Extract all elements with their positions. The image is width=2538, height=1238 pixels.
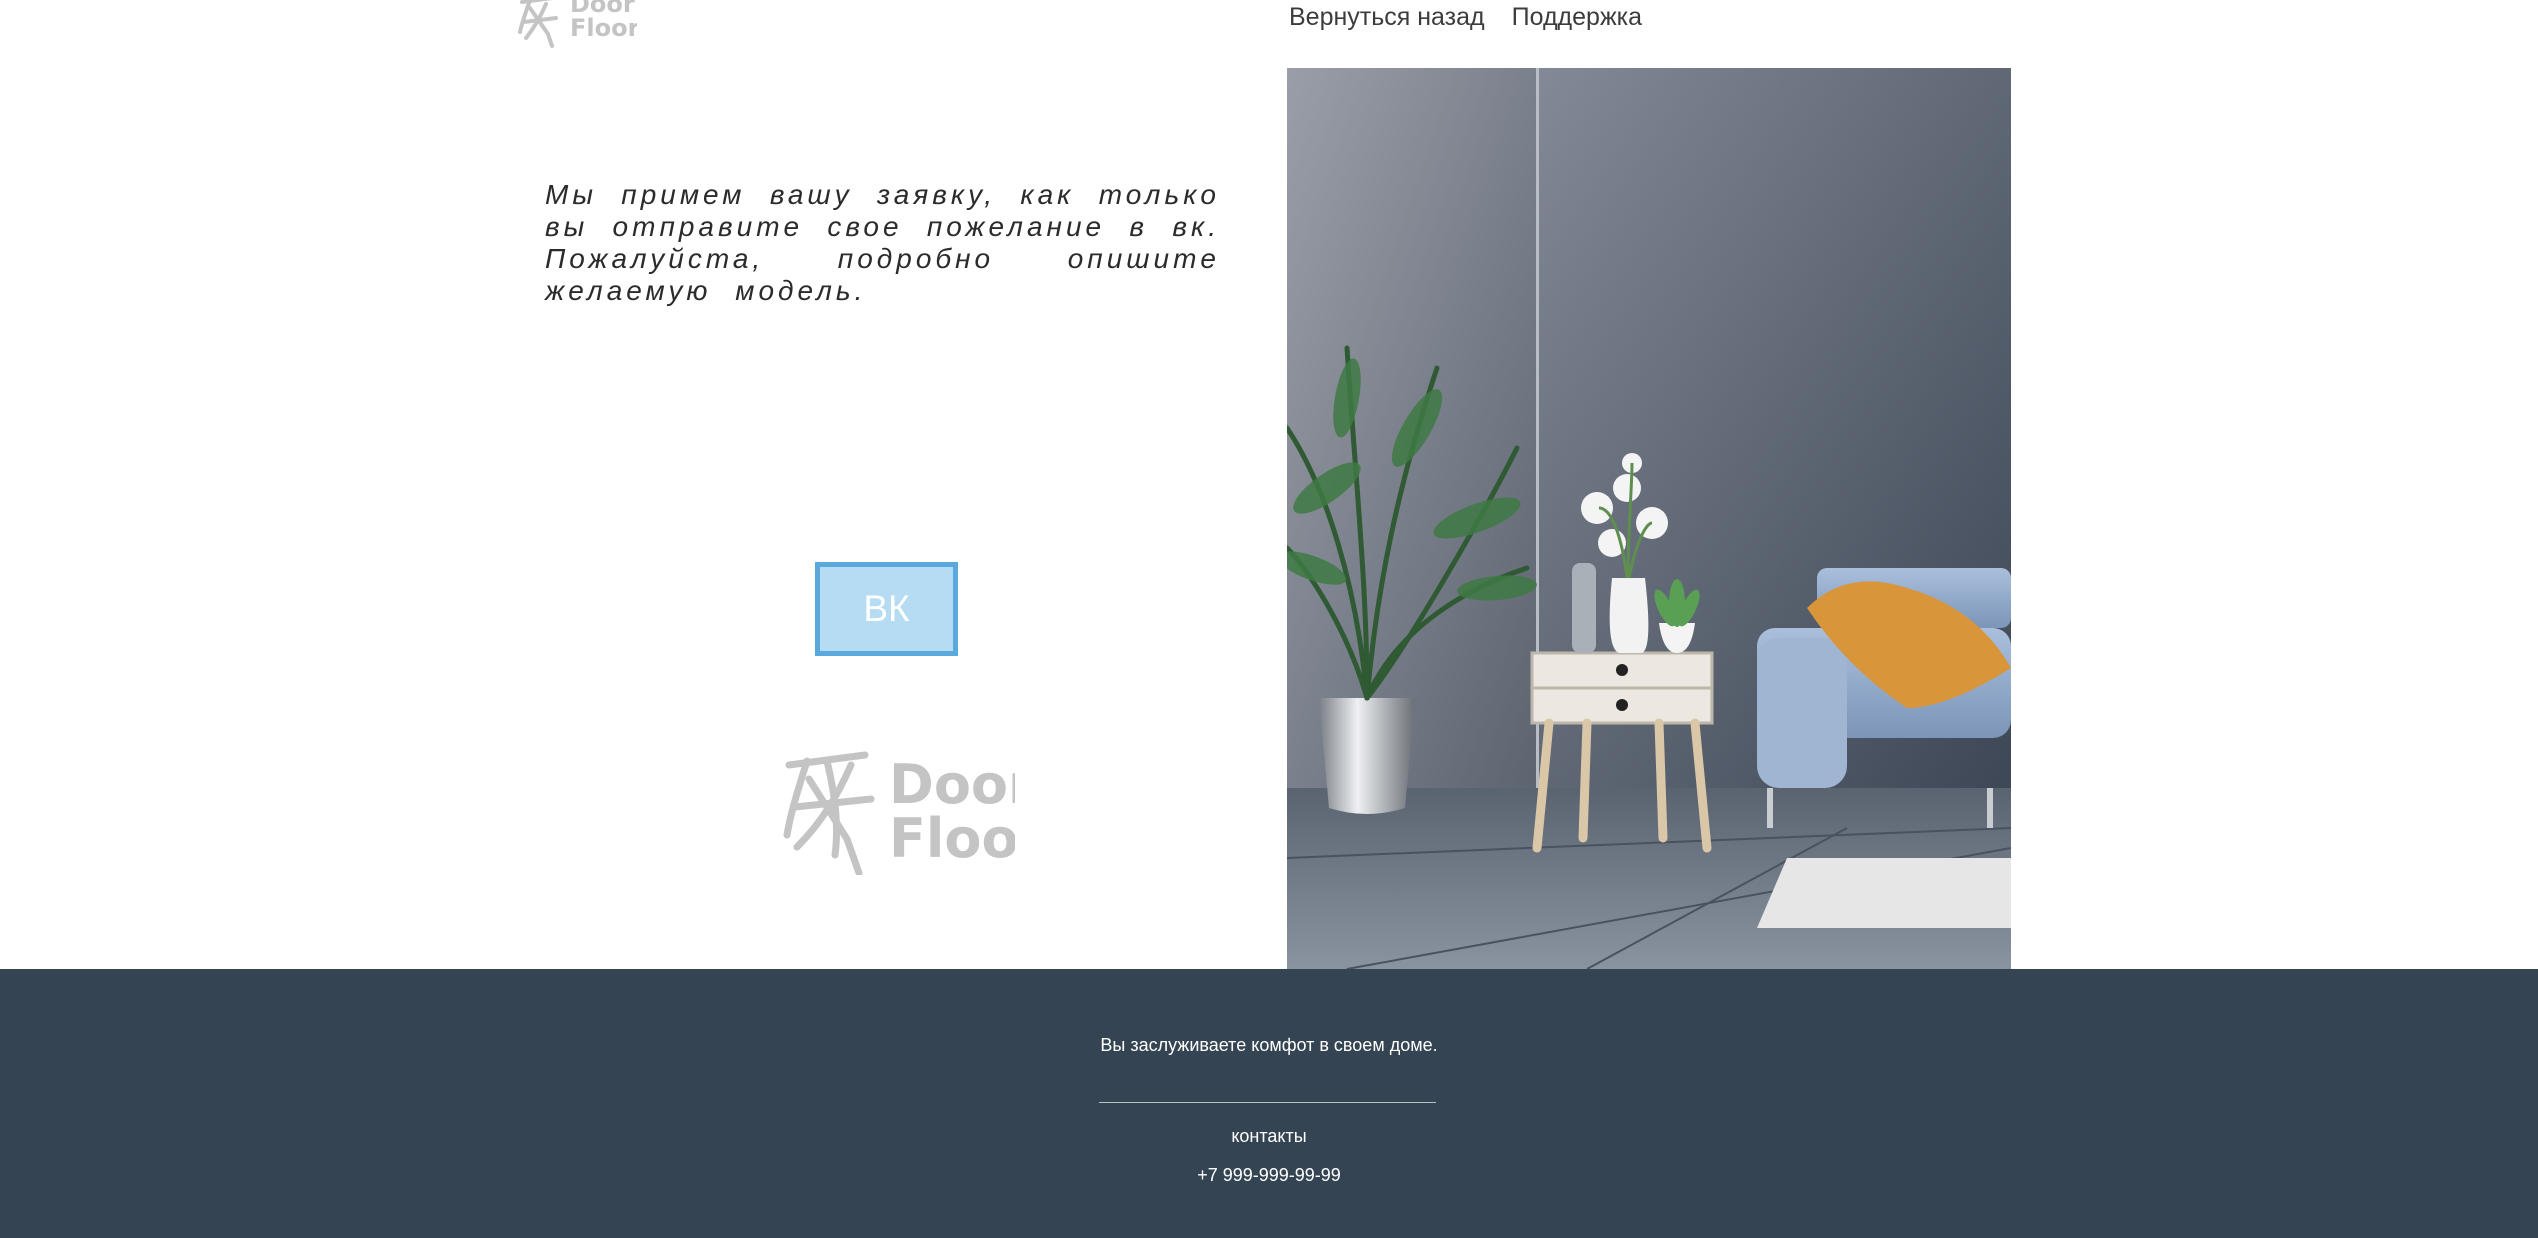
- logo-mark-icon: [783, 751, 875, 877]
- logo-mark-icon: [518, 0, 558, 48]
- footer-contacts-label[interactable]: контакты: [0, 1126, 2538, 1147]
- back-link[interactable]: Вернуться назад: [1289, 0, 1485, 34]
- footer: Вы заслуживаете комфот в своем доме. кон…: [0, 969, 2538, 1238]
- footer-phone[interactable]: +7 999-999-99-99: [0, 1165, 2538, 1186]
- vk-button-label: ВК: [863, 588, 910, 629]
- logo-text-line2: Floor: [889, 807, 1015, 870]
- header-logo[interactable]: Door Floor: [512, 0, 640, 54]
- interior-photo: [1287, 68, 2011, 969]
- footer-divider: [1099, 1102, 1436, 1103]
- vk-button[interactable]: ВК: [815, 562, 958, 656]
- footer-tagline: Вы заслуживаете комфот в своем доме.: [1100, 1035, 1438, 1055]
- top-nav: Вернуться назад Поддержка: [1289, 0, 1642, 34]
- support-link[interactable]: Поддержка: [1512, 0, 1642, 34]
- brand-logo: Door Floor: [775, 735, 1046, 877]
- logo-text-line2: Floor: [570, 14, 637, 42]
- request-message: Мы примем вашу заявку, как только вы отп…: [545, 179, 1220, 306]
